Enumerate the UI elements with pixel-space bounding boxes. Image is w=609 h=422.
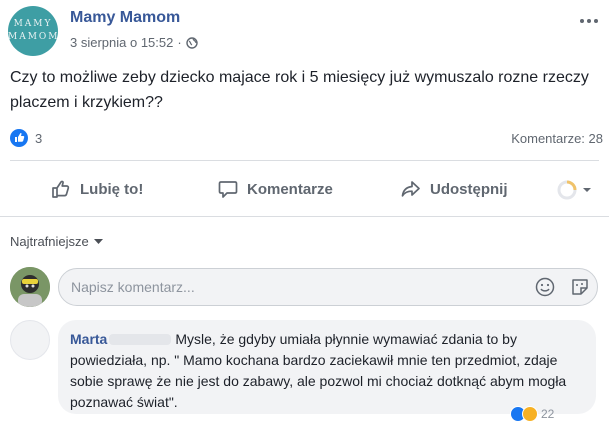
comment-bubble-icon — [218, 181, 238, 198]
caret-down-icon — [93, 238, 103, 244]
avatar-text-line2: MAMOM — [8, 32, 60, 42]
comment-author-link[interactable]: Marta — [70, 331, 107, 347]
avatar-text-line1: MAMY — [13, 19, 53, 29]
share-button-label: Udostępnij — [430, 180, 508, 198]
user-avatar[interactable] — [10, 267, 50, 307]
globe-icon[interactable] — [186, 36, 198, 49]
haha-mini-icon — [522, 406, 538, 422]
like-button[interactable]: Lubię to! — [50, 178, 143, 200]
sort-label: Najtrafniejsze — [10, 234, 89, 249]
comment-body: Marta Mysle, że gdyby umiała płynnie wyma… — [70, 329, 592, 413]
page-avatar[interactable]: MAMY MAMOM — [8, 6, 58, 56]
thumbs-up-icon — [52, 180, 70, 198]
emoji-icon[interactable] — [535, 277, 555, 297]
comment-sort-dropdown[interactable]: Najtrafniejsze — [10, 234, 103, 249]
share-arrow-icon — [401, 181, 420, 197]
comment-button-label: Komentarze — [247, 180, 333, 198]
divider — [10, 160, 599, 161]
like-button-label: Lubię to! — [80, 180, 144, 198]
like-count[interactable]: 3 — [35, 131, 42, 146]
audience-selector[interactable] — [556, 179, 596, 206]
comment-count-link[interactable]: Komentarze: 28 — [511, 131, 603, 146]
comment-reaction-count: 22 — [541, 407, 555, 421]
sticker-icon[interactable] — [570, 277, 590, 297]
comment-button[interactable]: Komentarze — [217, 178, 333, 200]
more-options-icon[interactable] — [579, 8, 599, 29]
post-date-link[interactable]: 3 sierpnia o 15:52 — [70, 35, 173, 50]
post-text: Czy to możliwe zeby dziecko majace rok i… — [10, 69, 589, 111]
like-reaction-icon[interactable] — [10, 129, 28, 147]
redacted-name — [109, 334, 172, 345]
commenter-avatar[interactable] — [10, 320, 50, 360]
divider — [0, 216, 609, 217]
share-button[interactable]: Udostępnij — [400, 178, 508, 200]
comment-reactions[interactable]: 22 — [510, 406, 554, 422]
meta-separator: · — [177, 35, 182, 50]
page-name-link[interactable]: Mamy Mamom — [70, 9, 180, 27]
loading-spinner-icon — [557, 180, 591, 200]
post-meta: 3 sierpnia o 15:52 · — [70, 35, 198, 50]
comment-input[interactable] — [58, 268, 598, 306]
